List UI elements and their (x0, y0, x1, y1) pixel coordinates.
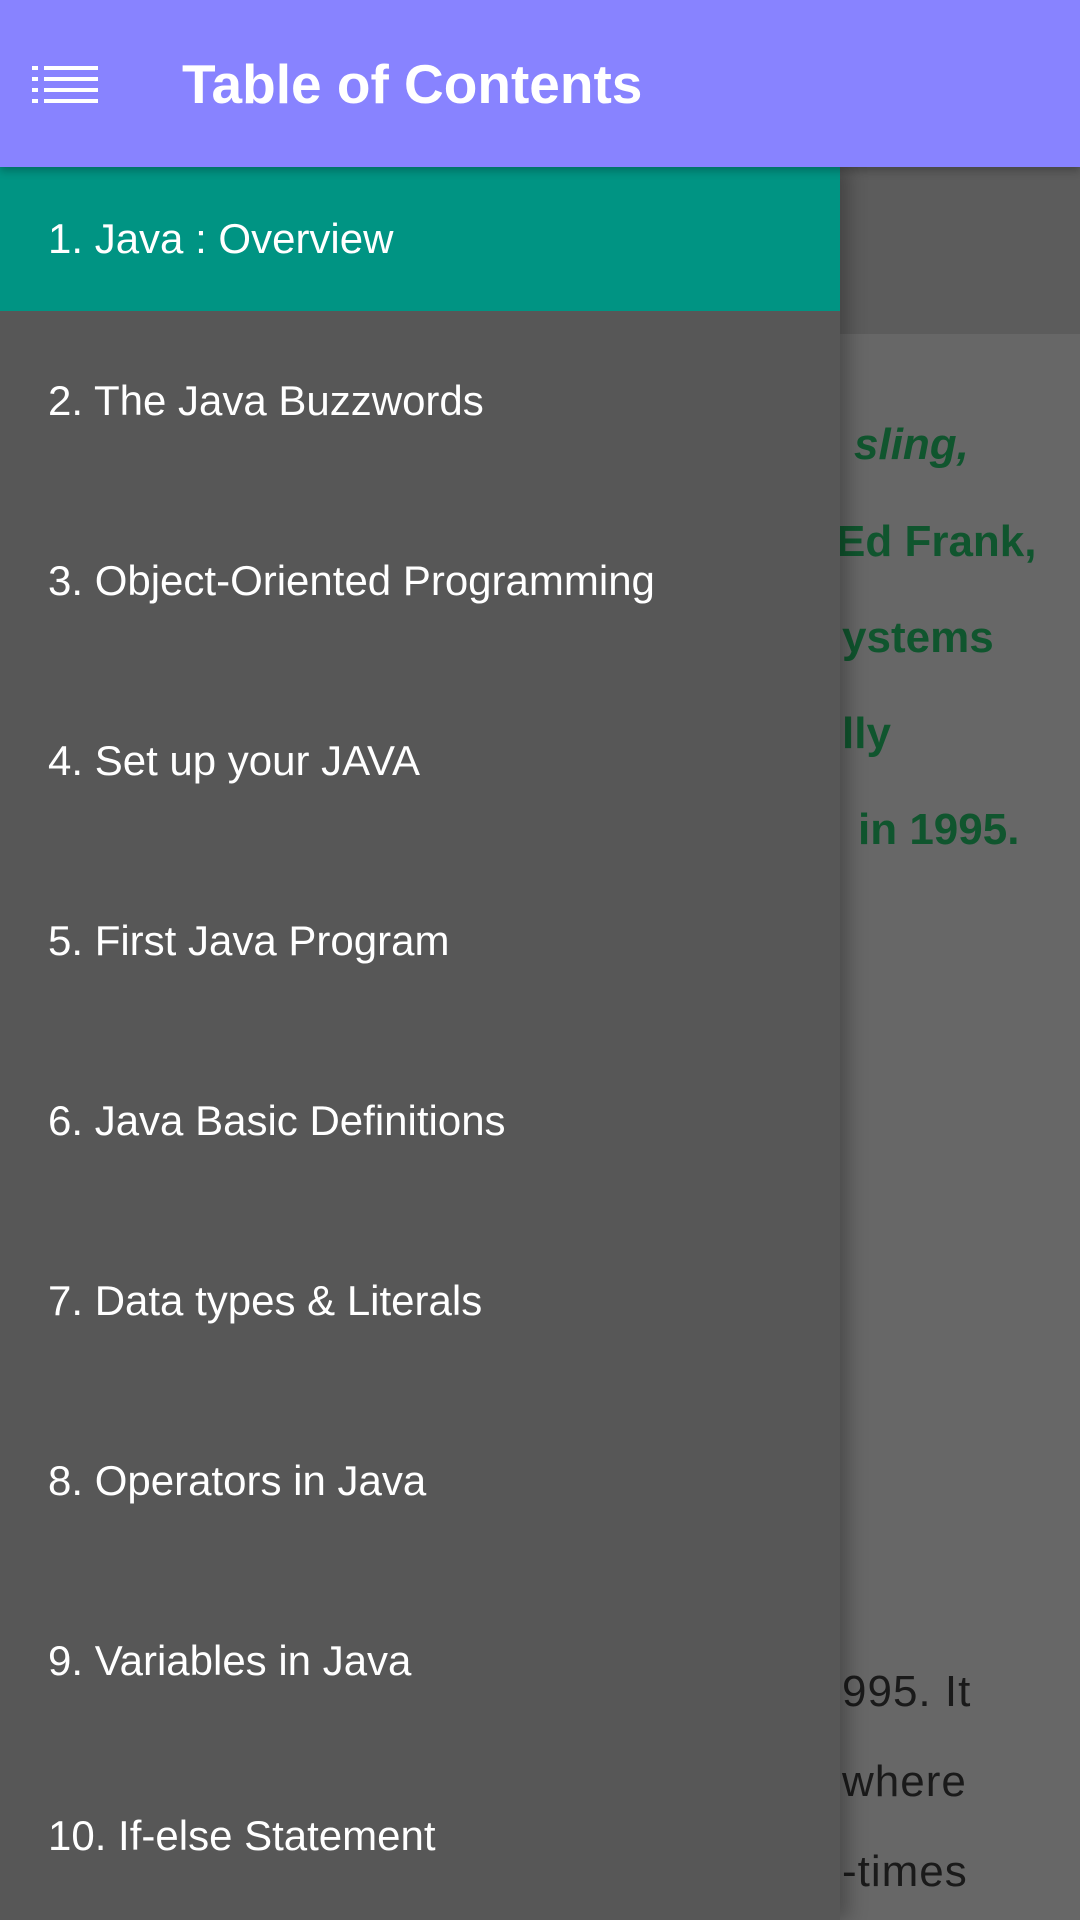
app-toolbar: Table of Contents (0, 0, 1080, 167)
drawer-item-setup-java[interactable]: 4. Set up your JAVA (0, 671, 840, 851)
drawer-item-label: 4. Set up your JAVA (48, 737, 420, 784)
drawer-item-label: 8. Operators in Java (48, 1457, 427, 1504)
drawer-item-data-types[interactable]: 7. Data types & Literals (0, 1211, 840, 1391)
drawer-item-oop[interactable]: 3. Object-Oriented Programming (0, 491, 840, 671)
drawer-item-label: 9. Variables in Java (48, 1637, 412, 1684)
drawer-item-first-program[interactable]: 5. First Java Program (0, 851, 840, 1031)
drawer-item-label: 5. First Java Program (48, 917, 450, 964)
drawer-item-variables[interactable]: 9. Variables in Java (0, 1571, 840, 1751)
drawer-item-label: 10. If-else Statement (48, 1811, 436, 1859)
drawer-item-label: 6. Java Basic Definitions (48, 1097, 506, 1144)
drawer-item-basic-definitions[interactable]: 6. Java Basic Definitions (0, 1031, 840, 1211)
drawer-item-operators[interactable]: 8. Operators in Java (0, 1391, 840, 1571)
menu-button[interactable] (0, 0, 150, 167)
toolbar-title: Table of Contents (182, 52, 643, 115)
app-screen: Table of Contents sling, Ed Frank, ystem… (0, 0, 1080, 1920)
drawer-item-if-else[interactable]: 10. If-else Statement (0, 1751, 840, 1920)
drawer-item-label: 1. Java : Overview (48, 215, 394, 262)
drawer-item-label: 7. Data types & Literals (48, 1277, 483, 1324)
navigation-drawer: 1. Java : Overview 2. The Java Buzzwords… (0, 167, 840, 1920)
menu-list-icon (32, 65, 98, 103)
drawer-item-java-buzzwords[interactable]: 2. The Java Buzzwords (0, 311, 840, 491)
drawer-item-label: 3. Object-Oriented Programming (48, 557, 655, 604)
drawer-item-label: 2. The Java Buzzwords (48, 377, 484, 424)
drawer-item-java-overview[interactable]: 1. Java : Overview (0, 167, 840, 311)
